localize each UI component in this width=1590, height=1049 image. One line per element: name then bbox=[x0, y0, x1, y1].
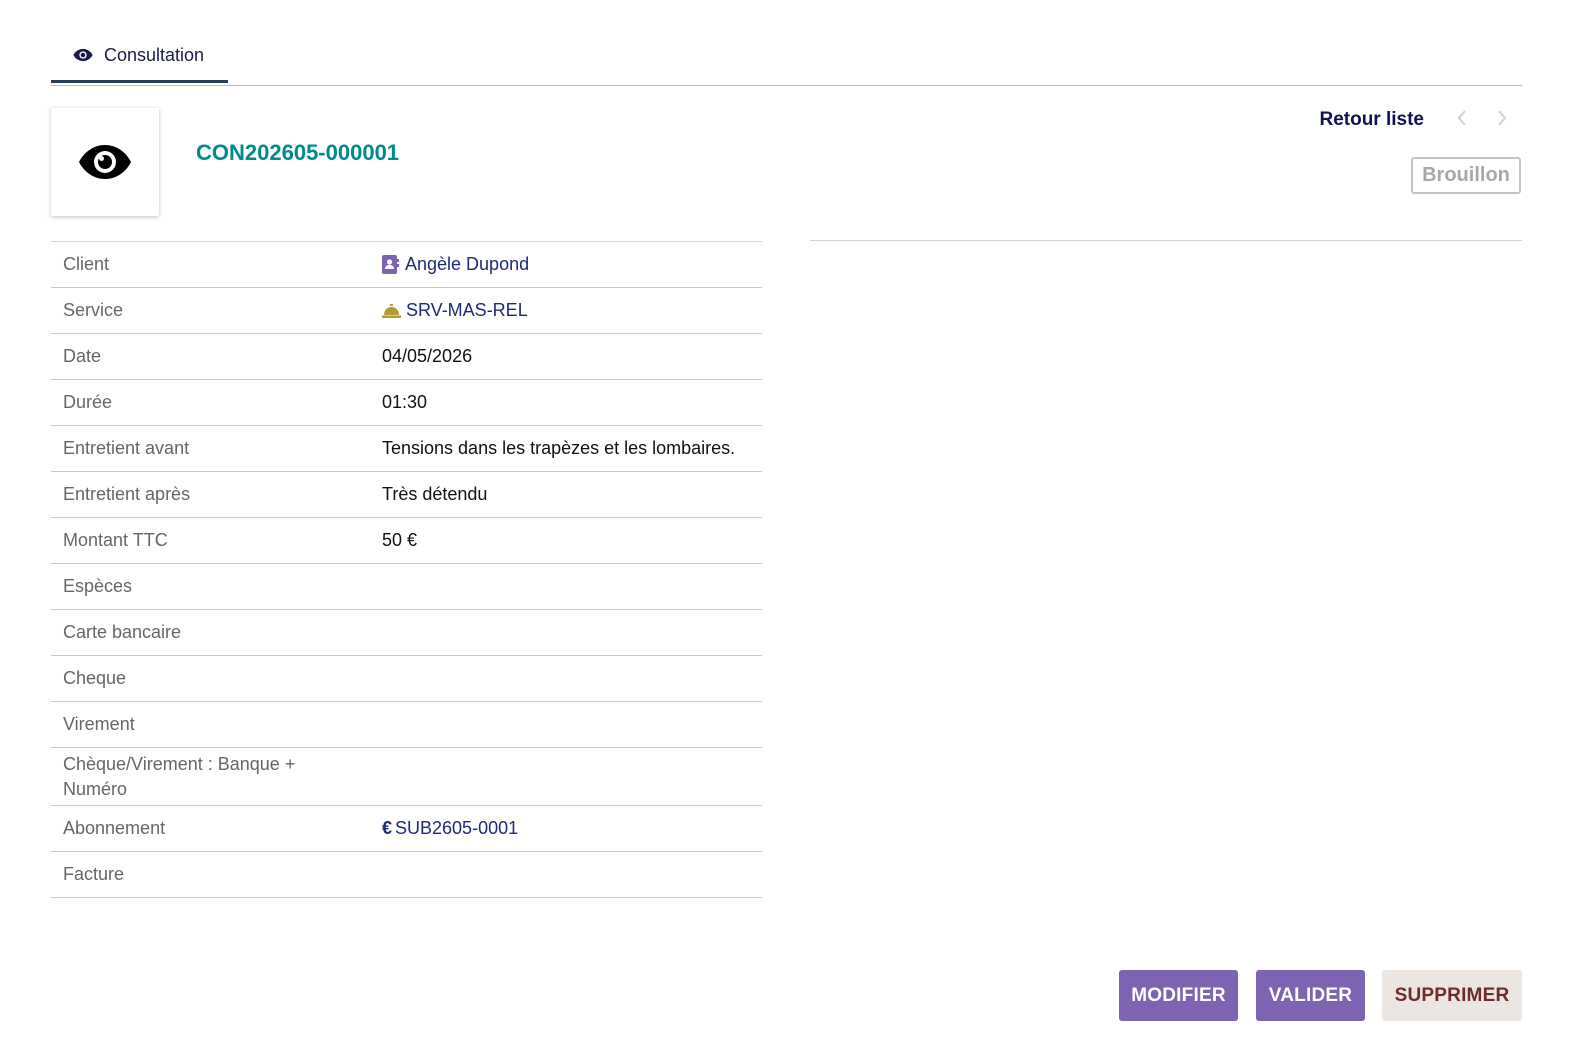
field-label-entretient-apres: Entretient après bbox=[63, 484, 191, 504]
chevron-right-icon bbox=[1498, 109, 1507, 126]
table-row: Cheque bbox=[51, 656, 762, 702]
field-value-client: Angèle Dupond bbox=[371, 252, 762, 277]
tab-bar: Consultation bbox=[51, 30, 1522, 86]
object-picture bbox=[51, 108, 159, 216]
field-value-duree: 01:30 bbox=[382, 392, 428, 412]
table-row: Durée 01:30 bbox=[51, 380, 762, 426]
delete-button[interactable]: SUPPRIMER bbox=[1382, 970, 1522, 1021]
field-label-carte: Carte bancaire bbox=[63, 622, 182, 642]
field-value-service: SRV-MAS-REL bbox=[371, 298, 762, 323]
field-label-facture: Facture bbox=[63, 864, 125, 884]
right-column-divider bbox=[810, 240, 1522, 241]
table-row: Virement bbox=[51, 702, 762, 748]
subscription-link[interactable]: SUB2605-0001 bbox=[395, 816, 518, 841]
contact-card-icon bbox=[382, 255, 399, 274]
client-link[interactable]: Angèle Dupond bbox=[405, 252, 529, 277]
chevron-left-icon bbox=[1457, 109, 1466, 126]
field-value-entretient-avant: Tensions dans les trapèzes et les lombai… bbox=[382, 438, 736, 458]
fields-table: Client Angèle Dupond Service SRV-MAS-REL… bbox=[51, 241, 762, 898]
table-row: Facture bbox=[51, 852, 762, 898]
table-row: Abonnement € SUB2605-0001 bbox=[51, 806, 762, 852]
field-value-abonnement: € SUB2605-0001 bbox=[371, 816, 762, 841]
record-navigation: Retour liste bbox=[1319, 107, 1522, 133]
field-label-date: Date bbox=[63, 346, 102, 366]
table-row: Service SRV-MAS-REL bbox=[51, 288, 762, 334]
next-record-button[interactable] bbox=[1482, 109, 1522, 132]
table-row: Carte bancaire bbox=[51, 610, 762, 656]
field-label-banque: Chèque/Virement : Banque + Numéro bbox=[63, 753, 296, 799]
table-row: Entretient après Très détendu bbox=[51, 472, 762, 518]
euro-icon: € bbox=[382, 818, 393, 838]
record-reference: CON202605-000001 bbox=[196, 140, 400, 165]
field-label-especes: Espèces bbox=[63, 576, 133, 596]
validate-button[interactable]: VALIDER bbox=[1256, 970, 1365, 1021]
field-label-client: Client bbox=[63, 254, 110, 274]
previous-record-button[interactable] bbox=[1442, 109, 1482, 132]
field-label-montant: Montant TTC bbox=[63, 530, 168, 550]
field-value-entretient-apres: Très détendu bbox=[382, 484, 488, 504]
table-row: Chèque/Virement : Banque + Numéro bbox=[51, 748, 762, 806]
field-value-date: 04/05/2026 bbox=[382, 346, 473, 366]
modify-button[interactable]: MODIFIER bbox=[1119, 970, 1238, 1021]
field-label-abonnement: Abonnement bbox=[63, 818, 166, 838]
table-row: Client Angèle Dupond bbox=[51, 242, 762, 288]
field-label-virement: Virement bbox=[63, 714, 135, 734]
field-label-duree: Durée bbox=[63, 392, 113, 412]
eye-icon bbox=[73, 48, 93, 62]
table-row: Date 04/05/2026 bbox=[51, 334, 762, 380]
table-row: Montant TTC 50 € bbox=[51, 518, 762, 564]
tab-label: Consultation bbox=[104, 44, 205, 65]
field-label-service: Service bbox=[63, 300, 124, 320]
field-label-entretient-avant: Entretient avant bbox=[63, 438, 190, 458]
service-link[interactable]: SRV-MAS-REL bbox=[406, 298, 528, 323]
eye-icon bbox=[79, 145, 131, 179]
table-row: Espèces bbox=[51, 564, 762, 610]
table-row: Entretient avant Tensions dans les trapè… bbox=[51, 426, 762, 472]
field-label-cheque: Cheque bbox=[63, 668, 127, 688]
back-to-list-link[interactable]: Retour liste bbox=[1319, 109, 1424, 131]
status-badge: Brouillon bbox=[1411, 157, 1521, 194]
tab-consultation[interactable]: Consultation bbox=[51, 30, 228, 83]
service-bell-icon bbox=[382, 303, 401, 318]
field-value-montant: 50 € bbox=[382, 530, 418, 550]
